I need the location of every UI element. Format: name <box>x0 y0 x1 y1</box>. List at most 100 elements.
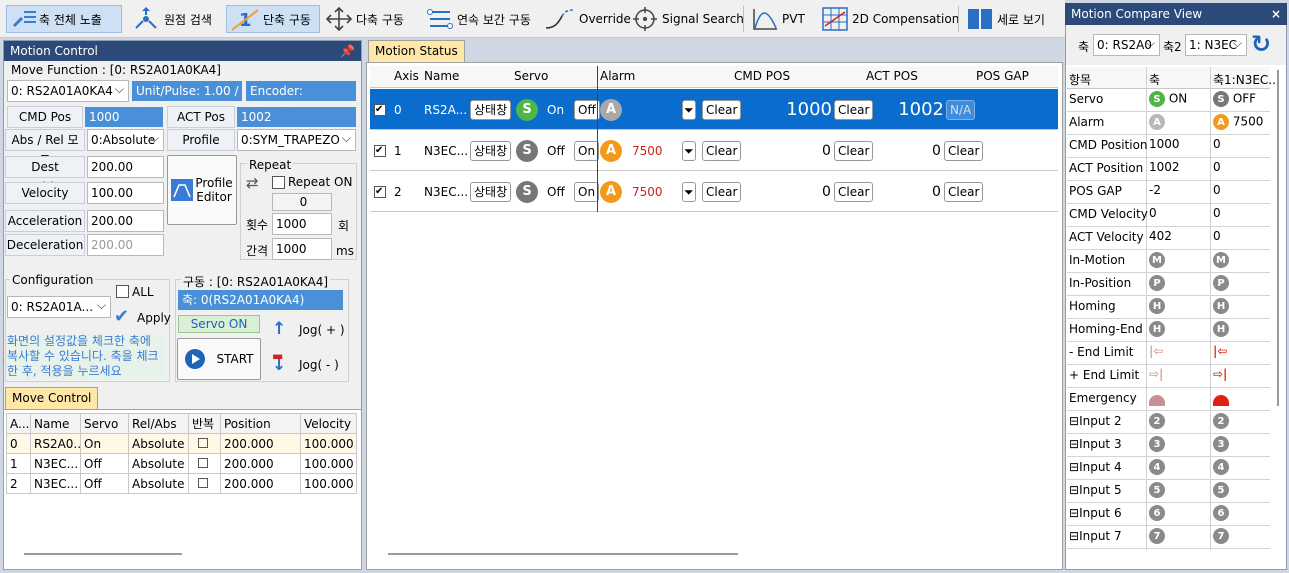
apply-button[interactable]: Apply <box>137 311 171 325</box>
col-act-pos: ACT POS <box>866 69 918 83</box>
act-pos-cell: 1002 <box>898 99 944 120</box>
servo-off-icon: S <box>1213 91 1229 107</box>
continuous-interpolation-button[interactable]: 연속 보간 구동 <box>423 5 537 33</box>
all-checkbox[interactable] <box>116 285 129 298</box>
axis2-select[interactable]: 1: N3EC <box>1185 34 1247 56</box>
collapse-icon[interactable]: ⊟ <box>1069 506 1079 520</box>
repeat-checkbox[interactable] <box>188 453 221 474</box>
horizontal-scrollbar[interactable] <box>388 553 738 555</box>
row-checkbox[interactable]: ✔ <box>374 144 386 157</box>
servo-toggle-button[interactable]: On <box>574 181 600 202</box>
pvt-button[interactable]: PVT <box>748 5 812 33</box>
state-window-button[interactable]: 상태창 <box>470 140 512 161</box>
config-axis-select[interactable]: 0: RS2A01A... <box>7 296 111 318</box>
collapse-icon[interactable]: ⊟ <box>1069 414 1079 428</box>
compare-header: 항목 축 축1:N3EC... <box>1067 67 1280 89</box>
axis1-select[interactable]: 0: RS2A0 <box>1093 34 1160 56</box>
profile-select[interactable]: 0:SYM_TRAPEZO <box>237 129 356 151</box>
value-a: 0 <box>1149 206 1157 220</box>
value-b: 0 <box>1213 137 1221 151</box>
close-icon[interactable]: × <box>1271 3 1281 25</box>
name-cell: N3EC... <box>424 143 469 158</box>
multi-axis-drive-button[interactable]: 다축 구동 <box>322 5 408 33</box>
times-input[interactable]: 1000 <box>272 213 332 235</box>
cell: 100.000 <box>300 453 357 474</box>
servo-toggle-button[interactable]: On <box>574 140 600 161</box>
profile-editor-button[interactable]: Profile Editor <box>167 155 237 225</box>
item-label: - End Limit <box>1069 345 1134 359</box>
input-icon: 2 <box>1213 413 1229 429</box>
cmd-clear-button[interactable]: Clear <box>834 181 874 202</box>
act-clear-button[interactable]: Clear <box>944 181 984 202</box>
alarm-view-icon[interactable]: ⏷ <box>682 140 696 161</box>
axis-select[interactable]: 0: RS2A01A0KA4 <box>7 80 129 102</box>
horizontal-scrollbar[interactable] <box>24 553 182 555</box>
alarm-clear-button[interactable]: Clear <box>702 181 742 202</box>
alarm-clear-button[interactable]: Clear <box>702 140 742 161</box>
show-all-axes-button[interactable]: 축 전체 노출 <box>6 5 122 33</box>
row-checkbox[interactable]: ✔ <box>374 185 386 198</box>
servo-toggle-button[interactable]: Off <box>574 99 600 120</box>
state-window-button[interactable]: 상태창 <box>470 99 512 120</box>
value-b: 0 <box>1213 206 1221 220</box>
repeat-checkbox[interactable] <box>188 473 221 494</box>
signal-search-button[interactable]: Signal Search <box>628 5 744 33</box>
servo-state: On <box>547 102 565 117</box>
table-row[interactable]: 0 RS2A0... On Absolute 200.000 100.000 <box>6 433 357 454</box>
collapse-icon[interactable]: ⊟ <box>1069 437 1079 451</box>
home-search-button[interactable]: 원점 검색 <box>128 5 220 33</box>
refresh-icon[interactable]: ↻ <box>1251 30 1271 58</box>
cmd-pos-value: 1000 <box>85 107 163 127</box>
input-icon: 7 <box>1213 528 1229 544</box>
servo-on-button[interactable]: Servo ON <box>178 315 260 333</box>
abs-rel-select[interactable]: 0:Absolute <box>87 129 164 151</box>
acceleration-input[interactable]: 200.00 <box>87 210 164 232</box>
jog-plus-button[interactable]: Jog( + ) <box>299 323 345 337</box>
interval-unit: ms <box>336 244 354 258</box>
tab-motion-status[interactable]: Motion Status <box>368 40 465 62</box>
collapse-icon[interactable]: ⊟ <box>1069 529 1079 543</box>
status-row[interactable]: ✔ 2 N3EC... 상태창 S Off On A 7500 ⏷ Clear … <box>370 171 1058 212</box>
override-button[interactable]: Override <box>541 5 631 33</box>
alarm-icon: A <box>600 98 622 121</box>
alarm-view-icon[interactable]: ⏷ <box>682 181 696 202</box>
table-row[interactable]: 1 N3EC... Off Absolute 200.000 100.000 <box>6 453 357 474</box>
interval-input[interactable]: 1000 <box>272 238 332 260</box>
collapse-icon[interactable]: ⊟ <box>1069 460 1079 474</box>
main-toolbar: 축 전체 노출 원점 검색 1 단축 구동 다축 구동 연속 보간 구동 Ove… <box>0 0 1065 38</box>
status-row[interactable]: ✔ 1 N3EC... 상태창 S Off On A 7500 ⏷ Clear … <box>370 130 1058 171</box>
act-clear-button[interactable]: Clear <box>944 140 984 161</box>
2d-compensation-button[interactable]: 2D Compensation <box>818 5 959 33</box>
dest-position-input[interactable]: 200.00 <box>87 156 164 178</box>
repeat-on-checkbox[interactable] <box>272 176 285 189</box>
status-row[interactable]: ✔ 0 RS2A... 상태창 S On Off A ⏷ Clear 1000 … <box>370 89 1058 130</box>
alarm-clear-button[interactable]: Clear <box>702 99 742 120</box>
servo-off-icon: S <box>516 180 538 203</box>
collapse-icon[interactable]: ⊟ <box>1069 483 1079 497</box>
deceleration-input[interactable]: 200.00 <box>87 234 164 256</box>
col-servo: Servo <box>80 413 129 434</box>
pin-icon[interactable]: 📌 <box>340 41 355 61</box>
deceleration-label: Deceleration <box>5 234 85 256</box>
alarm-on-icon: A <box>1213 114 1229 130</box>
state-window-button[interactable]: 상태창 <box>470 181 512 202</box>
tab-move-control[interactable]: Move Control <box>5 387 99 409</box>
start-button[interactable]: START <box>177 338 261 380</box>
vertical-scrollbar[interactable] <box>1277 70 1279 406</box>
minus-limit-on-icon: |⇦ <box>1213 344 1228 358</box>
table-row[interactable]: 2 N3EC... Off Absolute 200.000 100.000 <box>6 473 357 494</box>
repeat-checkbox[interactable] <box>188 433 221 454</box>
row-checkbox[interactable]: ✔ <box>374 103 386 116</box>
jog-minus-button[interactable]: Jog( - ) <box>299 358 339 372</box>
act-pos-value: 1002 <box>237 107 356 127</box>
velocity-input[interactable]: 100.00 <box>87 182 164 204</box>
alarm-view-icon[interactable]: ⏷ <box>682 99 696 120</box>
column-divider <box>597 66 598 212</box>
vertical-view-button[interactable]: 세로 보기 <box>963 5 1053 33</box>
times-label: 횟수 <box>246 218 269 232</box>
single-axis-drive-button[interactable]: 1 단축 구동 <box>226 5 320 33</box>
axis-cell: 2 <box>394 184 402 199</box>
cmd-clear-button[interactable]: Clear <box>834 140 874 161</box>
motion-control-title: Motion Control 📌 <box>4 41 361 61</box>
cmd-clear-button[interactable]: Clear <box>834 99 874 120</box>
